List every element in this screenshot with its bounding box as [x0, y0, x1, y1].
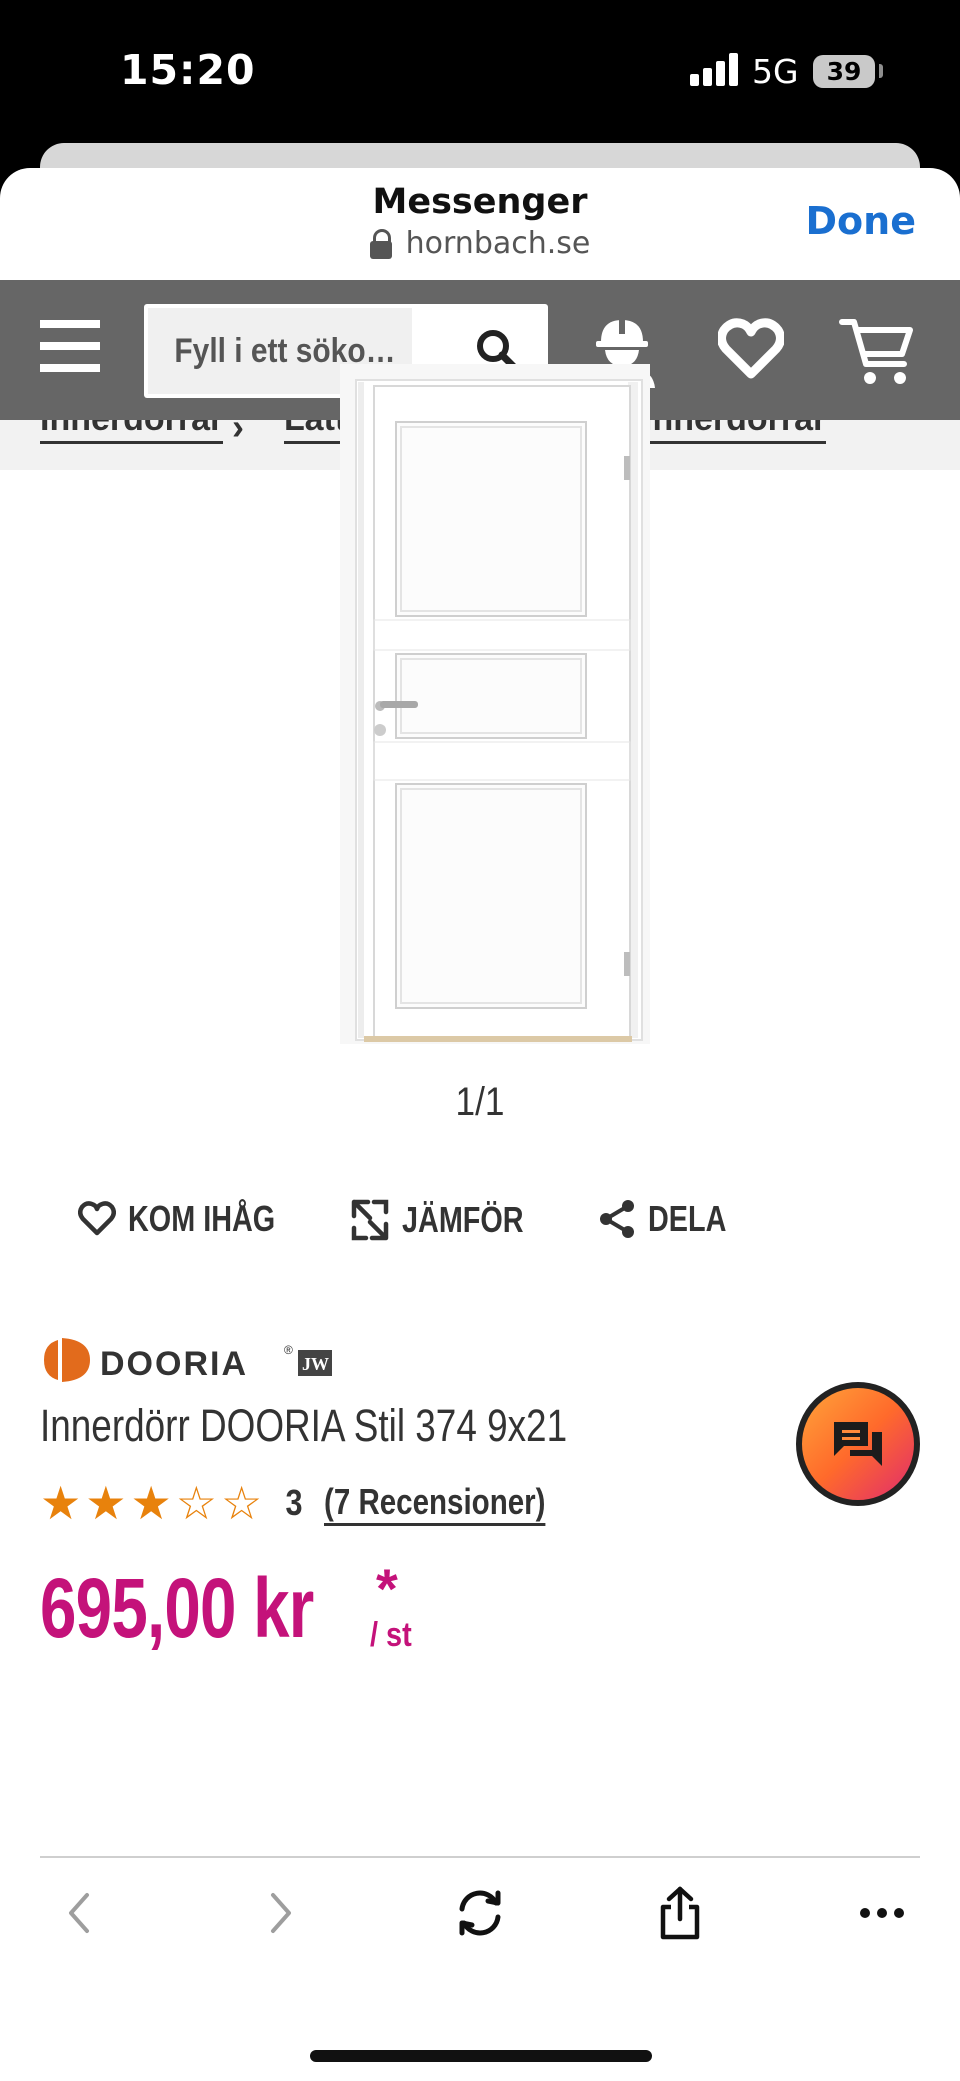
- price-unit: / st: [370, 1616, 412, 1654]
- product-actions: KOM IHÅG JÄMFÖR DELA: [0, 1198, 960, 1258]
- browser-toolbar: [0, 1858, 960, 1968]
- brand-logo[interactable]: DOORIA ® JW: [40, 1332, 340, 1388]
- forward-icon: [271, 1893, 291, 1933]
- star-filled-icon: ★: [40, 1477, 82, 1529]
- share-icon: [600, 1200, 634, 1238]
- battery-nub: [879, 64, 883, 78]
- rating-stars: ★ ★ ★ ☆ ☆: [40, 1480, 262, 1526]
- star-empty-icon: ☆: [175, 1477, 217, 1529]
- reload-icon: [459, 1890, 501, 1936]
- chat-button[interactable]: [796, 1382, 920, 1506]
- more-icon: [860, 1908, 904, 1918]
- price-value: 695,00 kr: [40, 1561, 314, 1655]
- share-page-icon: [660, 1886, 700, 1940]
- brand-logo-text: DOORIA: [100, 1345, 248, 1383]
- star-filled-icon: ★: [130, 1477, 172, 1529]
- done-button[interactable]: Done: [806, 199, 916, 243]
- browser-header: Messenger hornbach.se Done: [0, 168, 960, 280]
- wishlist-heart-icon[interactable]: [718, 316, 784, 382]
- status-time: 15:20: [120, 46, 256, 94]
- image-pager: 1/1: [455, 1080, 505, 1124]
- share-label: DELA: [648, 1198, 727, 1239]
- price-asterisk: *: [376, 1557, 398, 1620]
- forward-button[interactable]: [244, 1858, 320, 1968]
- heart-icon: [78, 1201, 116, 1236]
- cart-icon[interactable]: [838, 316, 914, 388]
- network-type: 5G: [752, 52, 799, 91]
- price: 695,00 kr * / st: [40, 1557, 412, 1657]
- back-icon: [69, 1893, 89, 1933]
- back-button[interactable]: [40, 1858, 116, 1968]
- rating-value: 3: [285, 1482, 303, 1523]
- product-rating: ★ ★ ★ ☆ ☆ 3 (7 Recensioner): [40, 1478, 594, 1528]
- reviews-link[interactable]: (7 Recensioner): [324, 1481, 546, 1526]
- cellular-signal-icon: [690, 52, 740, 86]
- product-title: Innerdörr DOORIA Stil 374 9x21: [40, 1400, 568, 1451]
- compare-icon: [351, 1199, 389, 1241]
- menu-icon[interactable]: [40, 320, 100, 376]
- remember-button[interactable]: KOM IHÅG: [78, 1198, 312, 1240]
- svg-text:®: ®: [284, 1343, 293, 1357]
- chat-icon: [834, 1422, 882, 1466]
- lock-icon: [369, 228, 392, 259]
- svg-text:JW: JW: [302, 1354, 329, 1374]
- home-indicator: [310, 2050, 652, 2062]
- breadcrumb-item-innerdorrar[interactable]: Innerdörrar: [40, 420, 224, 444]
- remember-label: KOM IHÅG: [128, 1198, 276, 1239]
- compare-button[interactable]: JÄMFÖR: [350, 1198, 554, 1242]
- reload-button[interactable]: [440, 1858, 520, 1968]
- url-text: hornbach.se: [405, 226, 591, 261]
- status-bar: 15:20 5G 39: [0, 0, 960, 140]
- compare-label: JÄMFÖR: [402, 1199, 524, 1240]
- breadcrumb-chevron-icon: ›: [232, 420, 244, 447]
- battery-icon: 39: [813, 55, 875, 88]
- product-image[interactable]: [340, 364, 650, 1044]
- star-empty-icon: ☆: [221, 1477, 263, 1529]
- more-button[interactable]: [842, 1858, 922, 1968]
- star-filled-icon: ★: [85, 1477, 127, 1529]
- share-page-button[interactable]: [640, 1858, 720, 1968]
- share-button[interactable]: DELA: [598, 1198, 746, 1240]
